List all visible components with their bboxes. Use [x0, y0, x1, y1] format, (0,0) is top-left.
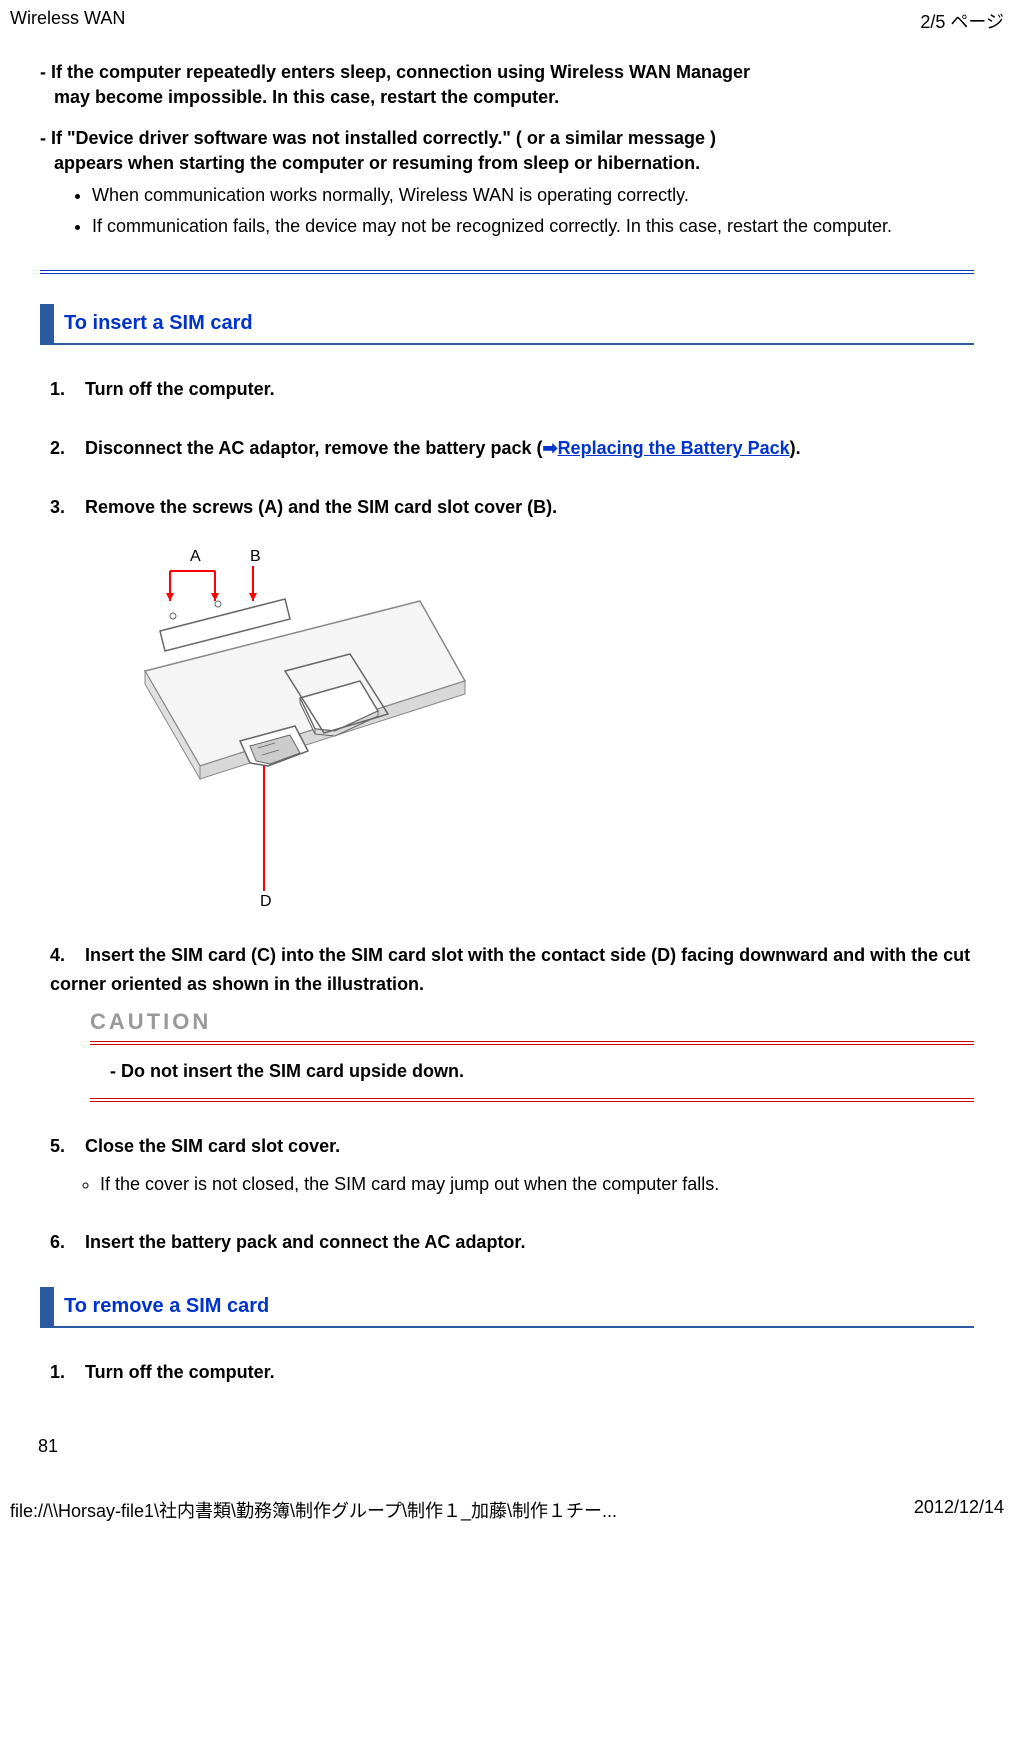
step-6: 6. Insert the battery pack and connect t…: [40, 1228, 974, 1257]
step-2-text-pre: Disconnect the AC adaptor, remove the ba…: [85, 438, 542, 458]
remove-step-1-num: 1.: [50, 1358, 80, 1387]
sim-illustration: A B C D: [140, 541, 470, 911]
note-2-bullets: When communication works normally, Wirel…: [40, 182, 974, 240]
page-indicator: 2/5 ページ: [920, 8, 1004, 34]
section-remove-sim: To remove a SIM card: [40, 1287, 974, 1328]
divider: [40, 270, 974, 274]
remove-step-1-text: Turn off the computer.: [85, 1362, 275, 1382]
note-2-bullet-2: If communication fails, the device may n…: [92, 213, 974, 240]
illust-label-b: B: [250, 548, 261, 565]
note-2-bullet-1: When communication works normally, Wirel…: [92, 182, 974, 209]
section-title: To insert a SIM card: [64, 304, 253, 343]
remove-step-1: 1. Turn off the computer.: [40, 1358, 974, 1387]
caution-divider-top: [90, 1041, 974, 1045]
step-1-text: Turn off the computer.: [85, 379, 275, 399]
step-6-num: 6.: [50, 1228, 80, 1257]
footer-path: file://\\Horsay-file1\社内書類\勤務簿\制作グループ\制作…: [10, 1497, 617, 1523]
section-bar-icon-2: [40, 1287, 54, 1326]
note-1-line1: - If the computer repeatedly enters slee…: [40, 62, 974, 83]
section-bar-icon: [40, 304, 54, 343]
caution-divider-bottom: [90, 1098, 974, 1102]
step-4: 4. Insert the SIM card (C) into the SIM …: [40, 941, 974, 999]
section-insert-sim: To insert a SIM card: [40, 304, 974, 345]
step-1-num: 1.: [50, 375, 80, 404]
caution-label: CAUTION: [90, 1009, 974, 1035]
step-4-num: 4.: [50, 941, 80, 970]
footer-date: 2012/12/14: [914, 1497, 1004, 1523]
step-2-text-post: ).: [790, 438, 801, 458]
step-5: 5. Close the SIM card slot cover.: [40, 1132, 974, 1161]
doc-title: Wireless WAN: [10, 8, 125, 34]
caution-text: - Do not insert the SIM card upside down…: [110, 1061, 974, 1082]
step-2: 2. Disconnect the AC adaptor, remove the…: [40, 434, 974, 463]
note-1-line2: may become impossible. In this case, res…: [40, 87, 974, 108]
step-5-sublist: If the cover is not closed, the SIM card…: [40, 1171, 974, 1198]
step-5-num: 5.: [50, 1132, 80, 1161]
arrow-icon: ➡: [542, 438, 557, 458]
link-replacing-battery[interactable]: Replacing the Battery Pack: [558, 438, 790, 458]
step-5-text: Close the SIM card slot cover.: [85, 1136, 340, 1156]
step-6-text: Insert the battery pack and connect the …: [85, 1232, 525, 1252]
step-3: 3. Remove the screws (A) and the SIM car…: [40, 493, 974, 522]
illust-label-d: D: [260, 893, 272, 910]
page-number: 81: [0, 1396, 1014, 1457]
note-2-line2: appears when starting the computer or re…: [40, 153, 974, 174]
step-3-text: Remove the screws (A) and the SIM card s…: [85, 497, 557, 517]
step-4-text: Insert the SIM card (C) into the SIM car…: [50, 945, 970, 994]
section-title-2: To remove a SIM card: [64, 1287, 269, 1326]
step-3-num: 3.: [50, 493, 80, 522]
step-2-num: 2.: [50, 434, 80, 463]
step-5-sub: If the cover is not closed, the SIM card…: [100, 1171, 974, 1198]
illust-label-a: A: [190, 548, 201, 565]
step-1: 1. Turn off the computer.: [40, 375, 974, 404]
note-2-line1: - If "Device driver software was not ins…: [40, 128, 974, 149]
